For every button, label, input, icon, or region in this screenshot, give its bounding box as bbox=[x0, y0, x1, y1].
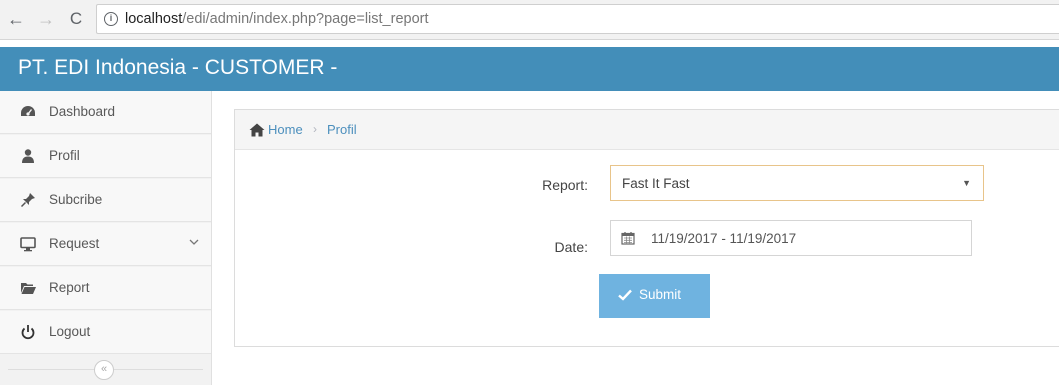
report-select[interactable]: Fast It Fast ▼ bbox=[610, 165, 984, 201]
check-icon bbox=[618, 289, 632, 301]
browser-toolbar: ← → C i localhost/edi/admin/index.php?pa… bbox=[0, 0, 1059, 40]
submit-button[interactable]: Submit bbox=[599, 274, 710, 318]
dashboard-icon bbox=[21, 106, 35, 116]
calendar-icon bbox=[621, 232, 635, 245]
reload-icon[interactable]: C bbox=[66, 9, 86, 29]
back-arrow-icon[interactable]: ← bbox=[6, 9, 26, 29]
date-range-value: 11/19/2017 - 11/19/2017 bbox=[651, 231, 797, 246]
breadcrumb: Home › Profil bbox=[235, 110, 1059, 150]
desktop-icon bbox=[20, 237, 36, 252]
date-addon bbox=[611, 221, 644, 255]
report-label: Report: bbox=[542, 177, 588, 193]
user-icon bbox=[22, 149, 34, 163]
caret-down-icon: ▼ bbox=[962, 178, 971, 188]
main-content: Home › Profil Report: Fast It Fast ▼ Dat… bbox=[212, 91, 1059, 385]
pin-icon bbox=[20, 193, 35, 208]
url-host: localhost bbox=[125, 11, 183, 27]
home-icon[interactable] bbox=[249, 123, 265, 137]
url-text[interactable]: localhost/edi/admin/index.php?page=list_… bbox=[125, 11, 429, 27]
chevron-down-icon[interactable] bbox=[189, 237, 199, 249]
breadcrumb-separator: › bbox=[313, 122, 317, 136]
date-range-input[interactable]: 11/19/2017 - 11/19/2017 bbox=[610, 220, 972, 256]
sidebar-item-request[interactable]: Request bbox=[0, 223, 211, 266]
date-label: Date: bbox=[554, 239, 588, 255]
info-icon[interactable]: i bbox=[104, 12, 118, 26]
sidebar-item-label: Subcribe bbox=[49, 192, 103, 207]
address-bar[interactable]: i localhost/edi/admin/index.php?page=lis… bbox=[96, 4, 1059, 34]
power-icon bbox=[21, 325, 35, 340]
sidebar-item-subcribe[interactable]: Subcribe bbox=[0, 179, 211, 222]
sidebar-item-label: Request bbox=[49, 236, 100, 251]
breadcrumb-home-link[interactable]: Home bbox=[268, 122, 303, 137]
folder-open-icon bbox=[21, 283, 36, 294]
submit-label: Submit bbox=[639, 287, 682, 302]
double-chevron-left-icon[interactable]: « bbox=[94, 360, 114, 380]
sidebar: Dashboard Profil Subcribe Request Report bbox=[0, 91, 212, 385]
breadcrumb-current[interactable]: Profil bbox=[327, 122, 357, 137]
report-panel: Home › Profil Report: Fast It Fast ▼ Dat… bbox=[234, 109, 1059, 347]
sidebar-item-label: Dashboard bbox=[49, 104, 116, 119]
sidebar-item-label: Profil bbox=[49, 148, 80, 163]
url-path: /edi/admin/index.php?page=list_report bbox=[182, 11, 429, 27]
sidebar-collapse: « bbox=[0, 355, 211, 385]
sidebar-item-label: Logout bbox=[49, 324, 91, 339]
sidebar-item-label: Report bbox=[49, 280, 90, 295]
app-title: PT. EDI Indonesia - CUSTOMER - bbox=[18, 56, 338, 79]
sidebar-item-logout[interactable]: Logout bbox=[0, 311, 211, 354]
sidebar-item-report[interactable]: Report bbox=[0, 267, 211, 310]
app-header: PT. EDI Indonesia - CUSTOMER - bbox=[0, 47, 1059, 91]
forward-arrow-icon[interactable]: → bbox=[36, 9, 56, 29]
sidebar-item-dashboard[interactable]: Dashboard bbox=[0, 91, 211, 134]
report-select-value: Fast It Fast bbox=[622, 176, 690, 191]
sidebar-item-profil[interactable]: Profil bbox=[0, 135, 211, 178]
